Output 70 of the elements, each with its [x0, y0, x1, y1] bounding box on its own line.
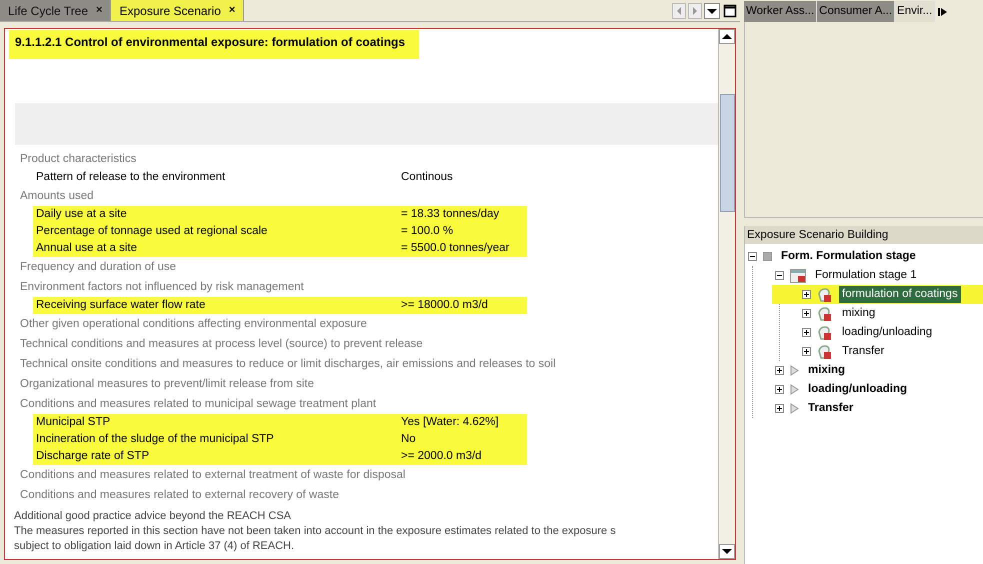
close-icon[interactable]: × [96, 2, 102, 19]
row-label: Discharge rate of STP [36, 448, 150, 464]
tree-item[interactable]: loading/unloading [839, 324, 936, 342]
row-label: Incineration of the sludge of the municipal STP [36, 432, 275, 447]
collapse-icon[interactable] [775, 271, 784, 280]
section-heading: Amounts used [19, 189, 95, 204]
bag-icon [817, 324, 833, 340]
expand-icon[interactable] [802, 328, 811, 337]
section-heading: Conditions and measures related to external recovery of waste [19, 488, 340, 503]
table-icon [790, 268, 806, 282]
row-label: Annual use at a site [36, 240, 138, 256]
row-value: >= 2000.0 m3/d [401, 448, 482, 464]
section-heading: Other given operational conditions affecting environmental exposure [19, 317, 368, 332]
editor-tab[interactable]: Life Cycle Tree × [0, 0, 112, 21]
expand-icon[interactable] [802, 347, 811, 356]
bag-icon [817, 286, 833, 302]
section-heading: Technical conditions and measures at process level (source) to prevent release [19, 337, 424, 352]
panel-tab[interactable]: Worker Ass... [744, 1, 818, 22]
expand-icon[interactable] [775, 404, 784, 413]
maximize-icon[interactable] [722, 3, 738, 19]
dropdown-icon[interactable] [704, 3, 720, 19]
row-label: Receiving surface water flow rate [36, 298, 206, 313]
section-heading: Technical onsite conditions and measures to reduce or limit discharges, air emissions and releases to soil [19, 357, 557, 372]
editor-tab[interactable]: Exposure Scenario × [111, 0, 244, 21]
section-heading: Organizational measures to prevent/limit release from site [19, 377, 316, 392]
tree-item[interactable]: Formulation stage 1 [812, 266, 920, 284]
row-value: No [401, 432, 416, 447]
section-heading: Frequency and duration of use [19, 260, 177, 275]
note-text: subject to obligation laid down in Article 37 (4) of REACH. [14, 539, 294, 554]
row-value: >= 18000.0 m3/d [401, 298, 488, 313]
panel-tab[interactable]: Envir... [895, 1, 936, 22]
row-label: Daily use at a site [36, 206, 128, 222]
tree-item[interactable]: Form. Formulation stage [778, 248, 919, 266]
section-heading: Environment factors not influenced by risk management [19, 280, 305, 295]
scroll-thumb[interactable] [720, 94, 734, 212]
row-value: Continous [401, 170, 453, 185]
tree-item[interactable]: Transfer [805, 400, 856, 418]
row-label: Municipal STP [36, 414, 112, 430]
row-value: Yes [Water: 4.62%] [401, 414, 499, 430]
expand-icon[interactable] [802, 290, 811, 299]
row-value: = 18.33 tonnes/day [401, 206, 500, 222]
panel-title: Exposure Scenario Building [745, 226, 983, 244]
bag-icon [817, 306, 833, 322]
close-icon[interactable]: × [228, 2, 236, 19]
tree-item[interactable]: Transfer [839, 342, 888, 360]
collapse-icon[interactable] [748, 252, 757, 261]
note-text: Additional good practice advice beyond the REACH CSA [14, 509, 291, 524]
triangle-icon [790, 384, 799, 395]
section-heading: Conditions and measures related to external treatment of waste for disposal [19, 468, 406, 483]
tree-item[interactable]: formulation of coatings [839, 286, 961, 304]
document-title: 9.1.1.2.1 Control of environmental exposure: formulation of coatings [9, 30, 420, 59]
tree-item[interactable]: mixing [805, 362, 848, 380]
expand-icon[interactable] [775, 366, 784, 375]
panel-tab[interactable]: Consumer A... [817, 1, 896, 22]
expand-icon[interactable] [802, 309, 811, 318]
tree-item[interactable]: loading/unloading [805, 380, 910, 398]
section-heading: Product characteristics [19, 152, 138, 167]
row-value: = 100.0 % [401, 224, 454, 239]
triangle-icon [790, 365, 799, 376]
more-tabs-icon[interactable] [937, 6, 950, 18]
section-heading: Conditions and measures related to municipal sewage treatment plant [19, 397, 378, 412]
bag-icon [817, 344, 833, 360]
row-value: = 5500.0 tonnes/year [401, 240, 510, 256]
row-label: Percentage of tonnage used at regional scale [36, 224, 268, 239]
note-text: The measures reported in this section have not been taken into account in the exposure estimates related to the exposure s [14, 524, 616, 539]
expand-icon[interactable] [775, 385, 784, 394]
row-label: Pattern of release to the environment [36, 170, 226, 185]
scrollbar[interactable] [718, 29, 735, 559]
triangle-icon [790, 403, 799, 414]
tree-item[interactable]: mixing [839, 304, 878, 322]
